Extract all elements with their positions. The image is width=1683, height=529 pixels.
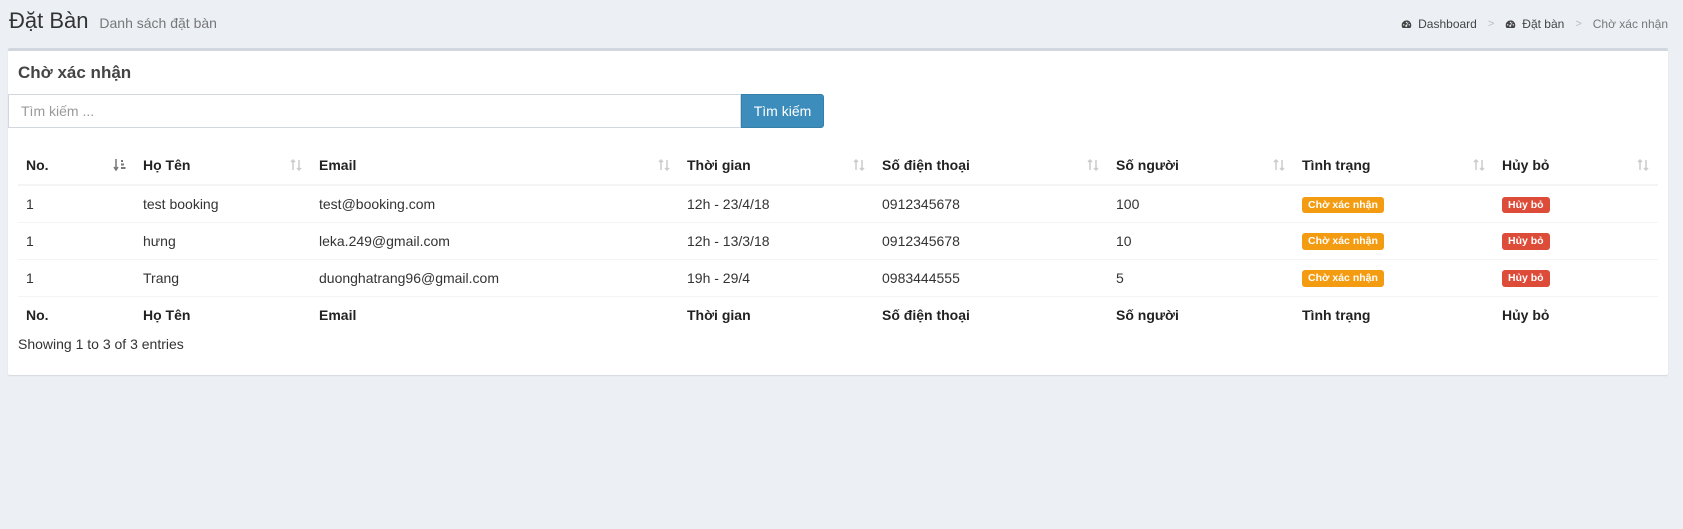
footer-header-no: No. [18,295,135,333]
cell-people: 5 [1108,258,1294,296]
column-header-label: Họ Tên [143,156,191,173]
breadcrumb-current: Chờ xác nhận [1592,17,1668,31]
column-header-label: Tình trạng [1302,156,1371,173]
footer-header-email: Email [311,295,679,333]
footer-header-thoi-gian: Thời gian [679,295,874,333]
search-button[interactable]: Tìm kiếm [741,94,824,128]
cell-status: Chờ xác nhận [1294,258,1494,296]
sort-both-icon [853,158,865,172]
column-header-label: Số người [1116,156,1179,173]
table-info: Showing 1 to 3 of 3 entries [18,336,184,352]
page-subtitle: Danh sách đặt bàn [99,15,217,31]
column-header-email[interactable]: Email [311,145,679,186]
sort-both-icon [1087,158,1099,172]
cell-time: 12h - 13/3/18 [679,221,874,259]
cell-cancel: Hủy bỏ [1494,221,1658,259]
table-row: 1 hưng leka.249@gmail.com 12h - 13/3/18 … [18,221,1658,259]
cell-time: 19h - 29/4 [679,258,874,296]
breadcrumb-separator: > [1575,18,1582,30]
cell-email: test@booking.com [319,195,436,212]
sort-both-icon [290,158,302,172]
column-header-label: Thời gian [687,156,751,173]
status-badge: Chờ xác nhận [1302,196,1384,213]
cell-email: leka.249@gmail.com [311,221,679,259]
cell-phone: 0912345678 [882,195,960,212]
breadcrumb-dashboard-label: Dashboard [1418,17,1477,31]
footer-header-ho-ten: Họ Tên [135,295,311,333]
cell-no: 1 [18,221,135,259]
cell-status: Chờ xác nhận [1294,185,1494,222]
status-badge: Chờ xác nhận [1302,233,1384,250]
column-header-label: No. [26,156,49,173]
content-header: Đặt Bàn Danh sách đặt bàn Dashboard > Đặ… [0,0,1683,50]
cell-people: 100 [1116,195,1140,212]
cell-people: 10 [1108,221,1294,259]
table-header-row: No. Họ Tên Email Thời gian Số điện thoại [18,145,1658,186]
sort-both-icon [1273,158,1285,172]
breadcrumb-dat-ban-label: Đặt bàn [1522,17,1565,31]
cancel-button[interactable]: Hủy bỏ [1502,196,1550,213]
column-header-ho-ten[interactable]: Họ Tên [135,145,311,186]
table-row: 1 Trang duonghatrang96@gmail.com 19h - 2… [18,258,1658,296]
bookings-table: No. Họ Tên Email Thời gian Số điện thoại [18,145,1658,333]
column-header-label: Số điện thoại [882,156,970,173]
page-title: Đặt Bàn [9,8,89,33]
cell-name: hưng [135,221,311,259]
cell-cancel: Hủy bỏ [1494,185,1658,222]
sort-both-icon [658,158,670,172]
breadcrumb-dat-ban[interactable]: Đặt bàn [1505,17,1564,31]
cell-phone: 0912345678 [874,221,1108,259]
cell-name: test booking [143,195,219,212]
breadcrumb: Dashboard > Đặt bàn > Chờ xác nhận [1401,17,1668,31]
column-header-label: Email [319,156,357,173]
column-header-tinh-trang[interactable]: Tình trạng [1294,145,1494,186]
dashboard-icon [1505,19,1516,28]
breadcrumb-separator: > [1487,18,1495,30]
footer-header-huy-bo: Hủy bỏ [1494,295,1658,333]
column-header-so-nguoi[interactable]: Số người [1108,145,1294,186]
status-badge: Chờ xác nhận [1302,270,1384,287]
sort-both-icon [1473,158,1485,172]
footer-header-tinh-trang: Tình trạng [1294,295,1494,333]
column-header-huy-bo[interactable]: Hủy bỏ [1494,145,1658,186]
cell-time: 12h - 23/4/18 [687,195,770,212]
breadcrumb-dashboard[interactable]: Dashboard [1401,17,1477,31]
footer-header-so-nguoi: Số người [1108,295,1294,333]
sort-both-icon [1637,158,1649,172]
column-header-no[interactable]: No. [18,145,135,186]
table-row: 1 test booking test@booking.com 12h - 23… [18,185,1658,222]
column-header-thoi-gian[interactable]: Thời gian [679,145,874,186]
cell-status: Chờ xác nhận [1294,221,1494,259]
pending-bookings-box: Chờ xác nhận Tìm kiếm No. Họ Tên Email [8,48,1668,375]
column-header-label: Hủy bỏ [1502,156,1550,173]
box-title: Chờ xác nhận [18,63,132,82]
cancel-button[interactable]: Hủy bỏ [1502,233,1550,250]
cell-cancel: Hủy bỏ [1494,258,1658,296]
table-footer-row: No. Họ Tên Email Thời gian Số điện thoại… [18,295,1658,333]
column-header-so-dien-thoai[interactable]: Số điện thoại [874,145,1108,186]
cell-name: Trang [135,258,311,296]
search-input[interactable] [8,94,741,128]
search-row: Tìm kiếm [8,94,824,128]
cell-phone: 0983444555 [874,258,1108,296]
sort-asc-icon [113,159,126,172]
cell-no: 1 [26,195,34,212]
cell-no: 1 [18,258,135,296]
dashboard-icon [1401,19,1412,28]
cancel-button[interactable]: Hủy bỏ [1502,270,1550,287]
cell-email: duonghatrang96@gmail.com [311,258,679,296]
footer-header-so-dien-thoai: Số điện thoại [874,295,1108,333]
